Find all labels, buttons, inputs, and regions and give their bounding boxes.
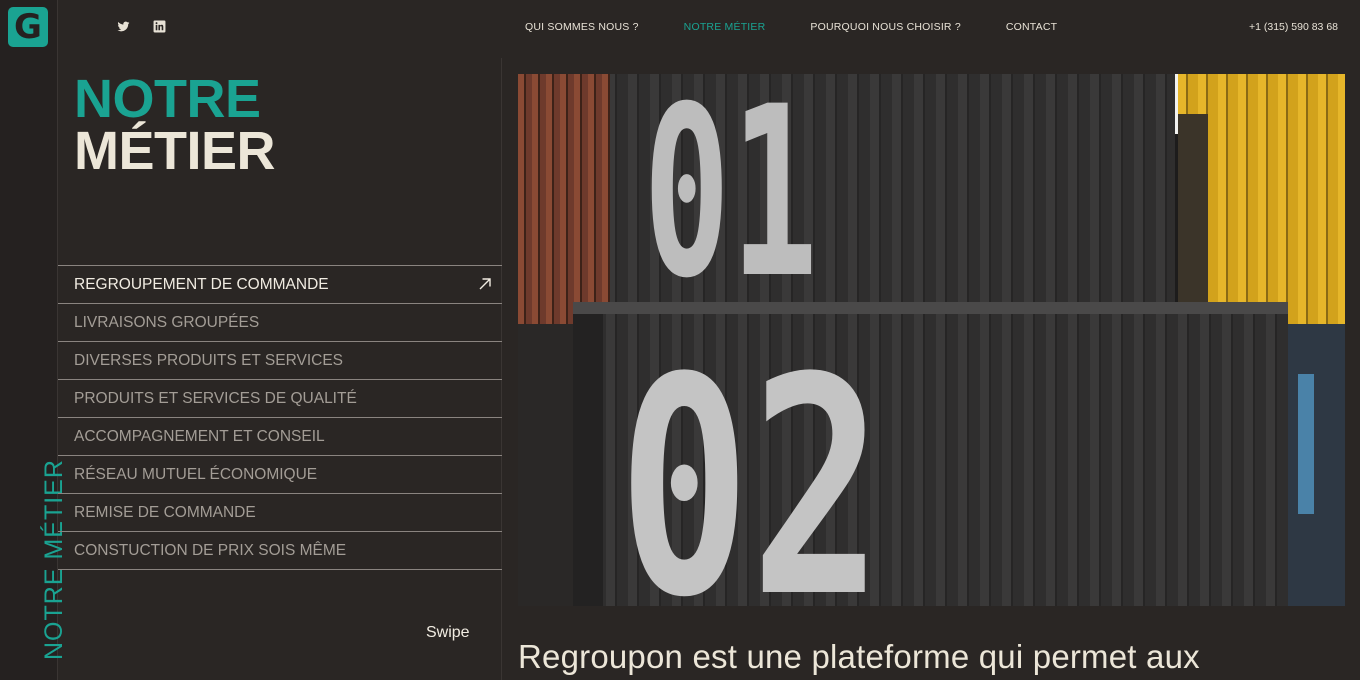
nav-item-notre-metier[interactable]: NOTRE MÉTIER <box>684 21 766 33</box>
menu-item-livraisons-groupees[interactable]: LIVRAISONS GROUPÉES <box>58 304 502 342</box>
left-rail: G NOTRE MÉTIER <box>0 0 68 680</box>
services-menu: REGROUPEMENT DE COMMANDE LIVRAISONS GROU… <box>58 265 502 570</box>
menu-item-accompagnement-conseil[interactable]: ACCOMPAGNEMENT ET CONSEIL <box>58 418 502 456</box>
menu-item-regroupement-de-commande[interactable]: REGROUPEMENT DE COMMANDE <box>58 266 502 304</box>
menu-item-remise-de-commande[interactable]: REMISE DE COMMANDE <box>58 494 502 532</box>
phone-number[interactable]: +1 (315) 590 83 68 <box>1249 21 1338 33</box>
linkedin-icon[interactable] <box>153 20 166 38</box>
menu-item-label: ACCOMPAGNEMENT ET CONSEIL <box>74 427 325 445</box>
page-title-line2: MÉTIER <box>74 120 276 181</box>
menu-item-label: CONSTUCTION DE PRIX SOIS MÊME <box>74 541 347 559</box>
menu-item-construction-de-prix[interactable]: CONSTUCTION DE PRIX SOIS MÊME <box>58 532 502 570</box>
twitter-icon[interactable] <box>117 20 130 38</box>
menu-item-reseau-mutuel[interactable]: RÉSEAU MUTUEL ÉCONOMIQUE <box>58 456 502 494</box>
nav-item-pourquoi-nous-choisir[interactable]: POURQUOI NOUS CHOISIR ? <box>810 21 960 33</box>
page-title-line1: NOTRE <box>74 69 261 129</box>
shipping-containers-illustration: 01 02 <box>518 74 1345 606</box>
hero-image: 01 02 <box>518 74 1345 606</box>
menu-item-label: DIVERSES PRODUITS ET SERVICES <box>74 351 344 369</box>
page-title: NOTRE MÉTIER <box>74 69 276 181</box>
container-number-02: 02 <box>618 314 883 606</box>
menu-item-label: REGROUPEMENT DE COMMANDE <box>74 275 329 293</box>
arrow-up-right-icon <box>479 278 491 290</box>
nav-item-contact[interactable]: CONTACT <box>1006 21 1057 33</box>
container-number-01: 01 <box>643 74 818 330</box>
intro-tagline: Regroupon est une plateforme qui permet … <box>518 638 1200 675</box>
logo-letter: G <box>14 7 42 47</box>
menu-item-label: LIVRAISONS GROUPÉES <box>74 313 260 331</box>
main-nav: QUI SOMMES NOUS ? NOTRE MÉTIER POURQUOI … <box>525 21 1102 33</box>
menu-item-label: RÉSEAU MUTUEL ÉCONOMIQUE <box>74 465 318 483</box>
menu-item-diverses-produits[interactable]: DIVERSES PRODUITS ET SERVICES <box>58 342 502 380</box>
services-panel: NOTRE MÉTIER REGROUPEMENT DE COMMANDE LI… <box>58 58 502 680</box>
menu-item-label: REMISE DE COMMANDE <box>74 503 256 521</box>
menu-item-label: PRODUITS ET SERVICES DE QUALITÉ <box>74 389 357 407</box>
menu-item-produits-qualite[interactable]: PRODUITS ET SERVICES DE QUALITÉ <box>58 380 502 418</box>
nav-item-qui-sommes-nous[interactable]: QUI SOMMES NOUS ? <box>525 21 639 33</box>
logo[interactable]: G <box>8 7 48 47</box>
swipe-control[interactable]: Swipe <box>426 624 470 642</box>
